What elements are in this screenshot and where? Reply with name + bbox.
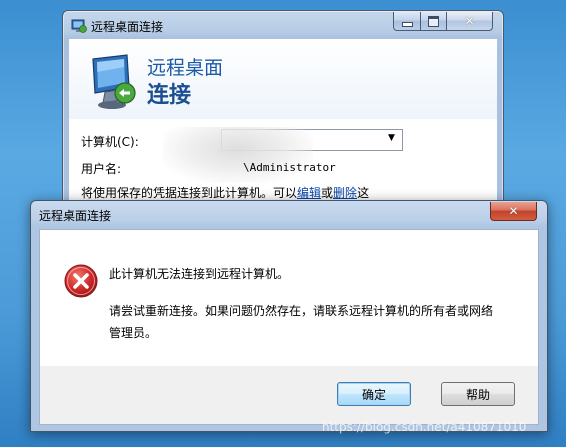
dialog-content-area	[40, 230, 538, 366]
computer-label: 计算机(C):	[81, 135, 139, 149]
close-icon: ✕	[464, 14, 475, 28]
edit-credentials-link[interactable]: 编辑	[297, 186, 321, 200]
dialog-close-button[interactable]: ✕	[490, 202, 537, 221]
username-label: 用户名:	[81, 162, 122, 176]
banner-title-line1: 远程桌面	[147, 57, 224, 79]
note-or: 或	[321, 186, 334, 200]
note-suffix: 这	[357, 186, 370, 200]
remote-desktop-banner-icon	[92, 54, 136, 109]
ok-button[interactable]: 确定	[337, 382, 411, 406]
maximize-button[interactable]	[420, 12, 447, 31]
help-button[interactable]: 帮助	[441, 382, 515, 406]
error-detail: 请尝试重新连接。如果问题仍然存在，请联系远程计算机的所有者或网络管理员。	[109, 304, 494, 340]
minimize-button[interactable]	[393, 12, 421, 31]
redacted-blur	[163, 127, 313, 183]
note-text: 将使用保存的凭据连接到此计算机。可以	[81, 186, 298, 200]
error-dialog: 远程桌面连接 ✕ 此计算机无法连接到远程计算机。 请尝试重新连接。如果问题仍然存…	[30, 200, 548, 432]
remote-desktop-app-icon	[71, 19, 87, 33]
dialog-title: 远程桌面连接	[39, 209, 112, 223]
window-title: 远程桌面连接	[91, 20, 164, 34]
error-message: 此计算机无法连接到远程计算机。	[109, 267, 290, 281]
close-icon: ✕	[508, 204, 519, 218]
maximize-icon	[428, 15, 439, 27]
error-icon	[64, 264, 98, 298]
username-value: \Administrator	[243, 161, 336, 174]
close-button[interactable]: ✕	[446, 12, 493, 31]
banner-title-line2: 连接	[147, 83, 192, 108]
dropdown-arrow-icon[interactable]: ▼	[388, 133, 395, 143]
delete-credentials-link[interactable]: 删除	[333, 186, 357, 200]
minimize-icon	[401, 21, 413, 27]
credentials-note: 将使用保存的凭据连接到此计算机。可以编辑或删除这	[81, 184, 369, 201]
watermark: https://blog.csdn.net/a410871010	[322, 420, 527, 434]
